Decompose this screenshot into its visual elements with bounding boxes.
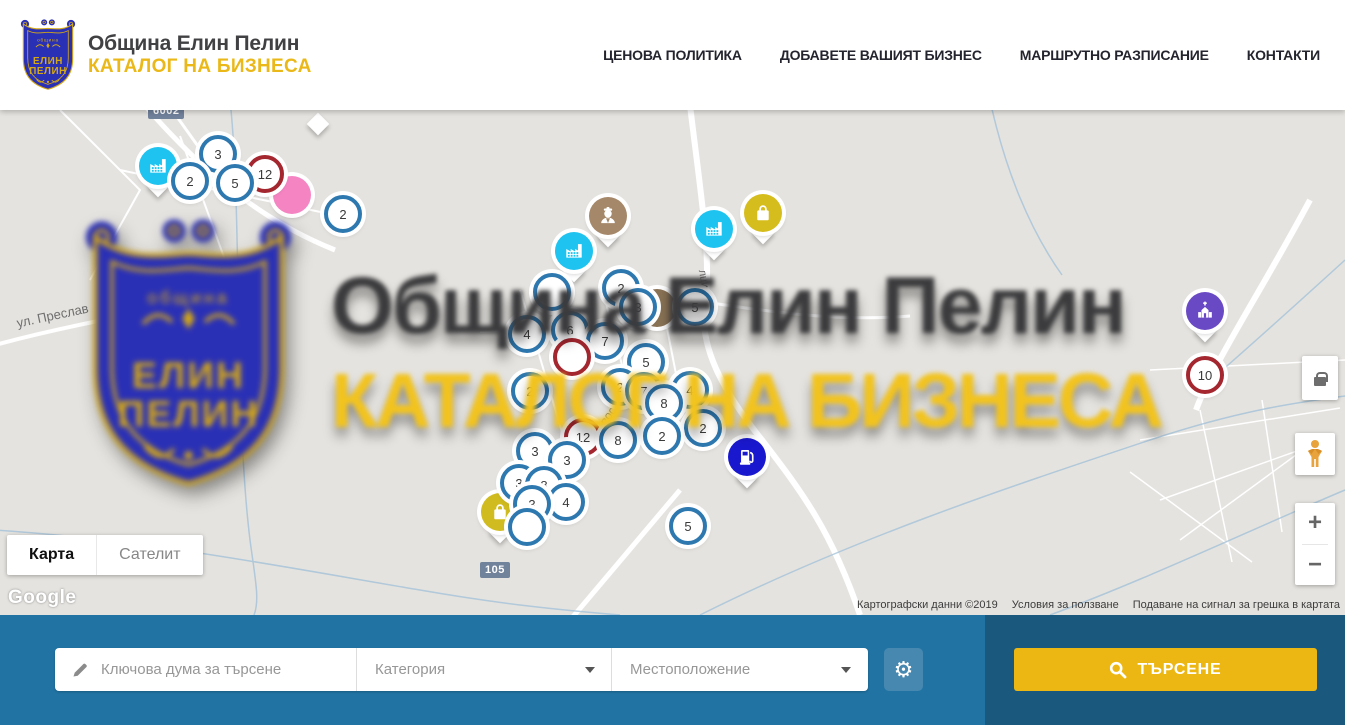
- chevron-down-icon: [585, 667, 595, 673]
- map-pin-worker[interactable]: [589, 197, 627, 235]
- advanced-settings-button[interactable]: ⚙: [884, 648, 923, 691]
- svg-text:ПЕЛИН: ПЕЛИН: [29, 66, 67, 77]
- svg-text:ЕЛИН: ЕЛИН: [33, 56, 63, 67]
- keyword-field-cell: [55, 648, 357, 691]
- report-map-error-link[interactable]: Подаване на сигнал за грешка в картата: [1133, 599, 1340, 611]
- search-field-group: Категория Местоположение: [55, 648, 868, 691]
- map-cluster[interactable]: 10: [1186, 356, 1224, 394]
- lock-button[interactable]: [1302, 356, 1338, 400]
- map-cluster[interactable]: 5: [216, 164, 254, 202]
- chevron-down-icon: [841, 667, 851, 673]
- google-logo[interactable]: Google: [8, 587, 76, 609]
- pencil-icon: [71, 661, 89, 679]
- svg-text:община: община: [37, 38, 59, 43]
- map-pin[interactable]: [299, 110, 337, 123]
- nav-item-3[interactable]: КОНТАКТИ: [1247, 47, 1320, 63]
- zoom-out-button[interactable]: −: [1295, 545, 1335, 586]
- map-type-control: Карта Сателит: [7, 535, 203, 575]
- map-cluster[interactable]: [508, 508, 546, 546]
- map-cluster[interactable]: 2: [511, 372, 549, 410]
- map-attribution: Картографски данни ©2019 Условия за полз…: [857, 599, 1340, 611]
- map-cluster[interactable]: 2: [684, 409, 722, 447]
- gear-icon: ⚙: [894, 657, 914, 683]
- main-nav: ЦЕНОВА ПОЛИТИКА ДОБАВЕТЕ ВАШИЯТ БИЗНЕС МАР…: [603, 47, 1320, 63]
- satellite-view-button[interactable]: Сателит: [96, 535, 202, 575]
- map-cluster[interactable]: 2: [171, 162, 209, 200]
- municipality-coat-of-arms-icon: община ЕЛИН ПЕЛИН: [20, 18, 76, 92]
- nav-item-0[interactable]: ЦЕНОВА ПОЛИТИКА: [603, 47, 742, 63]
- site-logo[interactable]: община ЕЛИН ПЕЛИН Община Елин Пелин КАТА…: [20, 18, 312, 92]
- nav-item-2[interactable]: МАРШРУТНО РАЗПИСАНИЕ: [1020, 47, 1209, 63]
- location-select[interactable]: Местоположение: [612, 648, 867, 691]
- road-badge: 6002: [148, 110, 184, 119]
- map-pin-bag[interactable]: [744, 194, 782, 232]
- search-button[interactable]: ТЪРСЕНЕ: [1014, 648, 1317, 691]
- category-select[interactable]: Категория: [357, 648, 612, 691]
- map-pin-factory[interactable]: [555, 232, 593, 270]
- map-cluster[interactable]: 5: [676, 288, 714, 326]
- map-pin-church[interactable]: [1186, 292, 1224, 330]
- pegman-icon: [1304, 439, 1326, 469]
- zoom-control: + −: [1295, 503, 1335, 585]
- map-cluster[interactable]: 4: [547, 483, 585, 521]
- zoom-in-button[interactable]: +: [1295, 503, 1335, 544]
- search-icon: [1109, 661, 1127, 679]
- map-cluster[interactable]: [553, 338, 591, 376]
- map-cluster[interactable]: 5: [669, 507, 707, 545]
- map-cluster[interactable]: 8: [599, 421, 637, 459]
- search-bar: Категория Местоположение ⚙ ТЪРСЕНЕ: [0, 615, 1345, 725]
- nav-item-1[interactable]: ДОБАВЕТЕ ВАШИЯТ БИЗНЕС: [780, 47, 982, 63]
- terms-of-use-link[interactable]: Условия за ползване: [1012, 599, 1119, 611]
- logo-title: Община Елин Пелин: [88, 32, 312, 56]
- map-cluster[interactable]: [533, 273, 571, 311]
- map-cluster[interactable]: 4: [508, 315, 546, 353]
- header: община ЕЛИН ПЕЛИН Община Елин Пелин КАТА…: [0, 0, 1345, 110]
- keyword-search-input[interactable]: [101, 661, 356, 678]
- map-pin-factory[interactable]: [695, 210, 733, 248]
- logo-subtitle: КАТАЛОГ НА БИЗНЕСА: [88, 56, 312, 78]
- map-cluster[interactable]: 2: [324, 195, 362, 233]
- map-cluster[interactable]: 7: [586, 322, 624, 360]
- map-cluster[interactable]: 2: [643, 417, 681, 455]
- street-view-pegman-button[interactable]: [1295, 433, 1335, 475]
- road-badge: 105: [480, 562, 510, 578]
- search-button-label: ТЪРСЕНЕ: [1137, 661, 1221, 679]
- google-map[interactable]: 6002105 ул. Преславбул. „Новоселлци 3122…: [0, 110, 1345, 615]
- attribution-copyright: Картографски данни ©2019: [857, 599, 998, 611]
- map-view-button[interactable]: Карта: [7, 535, 96, 575]
- map-cluster[interactable]: 3: [619, 288, 657, 326]
- location-select-value: Местоположение: [612, 661, 841, 678]
- map-pin-fuel[interactable]: [728, 438, 766, 476]
- lock-icon: [1314, 377, 1326, 386]
- category-select-value: Категория: [357, 661, 585, 678]
